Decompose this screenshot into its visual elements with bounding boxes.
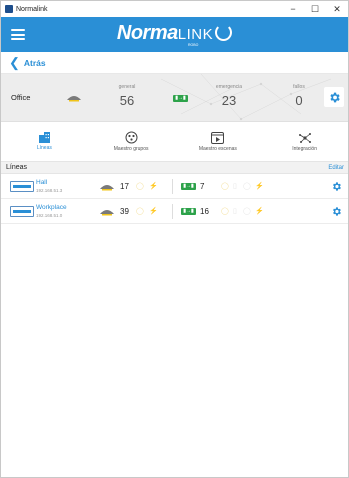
tab-maestro-grupos-label: Maestro grupos <box>113 146 149 152</box>
chevron-left-icon: ❮ <box>9 54 20 70</box>
emergency-label: emergencia <box>215 84 243 90</box>
app-window: Normalink − ☐ ✕ NormaLINK ROBO ❮ Atrás O… <box>0 0 349 478</box>
flash-icon: ⚡ <box>255 208 264 215</box>
row-divider <box>172 204 173 219</box>
close-button[interactable]: ✕ <box>326 1 348 17</box>
bulb-icon: ◯ <box>221 183 229 190</box>
minimize-button[interactable]: − <box>282 1 304 17</box>
flash-icon: ⚡ <box>255 183 264 190</box>
location-name: Office <box>11 93 31 102</box>
brand-sub: ROBO <box>188 43 199 47</box>
app-header: NormaLINK ROBO <box>1 17 348 52</box>
bulb-icon: ◯ <box>136 208 144 215</box>
scene-player-icon <box>211 131 225 144</box>
tab-integracion[interactable]: Integración <box>261 122 348 161</box>
lines-list-title: Líneas <box>6 164 28 171</box>
ceiling-lamp-icon <box>67 96 81 102</box>
line-row-hall[interactable]: Hall 192.168.51.3 17 ◯ ⚡ ▮→▮ 7 ◯ ▯ ◯ ⚡ <box>1 174 348 199</box>
brand-suffix: LINK <box>177 26 214 43</box>
ceiling-lamp-icon <box>100 210 114 216</box>
tab-maestro-grupos[interactable]: Maestro grupos <box>88 122 175 161</box>
integration-network-icon <box>298 132 311 143</box>
flash-icon: ⚡ <box>149 183 158 190</box>
gear-icon[interactable] <box>331 181 342 192</box>
gear-icon <box>329 92 340 102</box>
general-value: 56 <box>119 93 135 108</box>
general-count: 17 <box>120 182 129 191</box>
exit-sign-icon: ▮→▮ <box>181 208 196 215</box>
back-button[interactable]: ❮ Atrás <box>1 52 348 74</box>
tab-maestro-escenas[interactable]: Maestro escenas <box>175 122 262 161</box>
brand-logo: NormaLINK <box>1 22 348 45</box>
line-device-icon <box>10 205 34 217</box>
gear-icon[interactable] <box>331 206 342 217</box>
bulb-off-icon: ◯ <box>243 183 251 190</box>
line-name: Hall <box>36 179 48 186</box>
brand-name: Norma <box>116 22 178 44</box>
battery-icon: ▯ <box>233 208 237 215</box>
emergency-count: 7 <box>200 182 205 191</box>
faults-value: 0 <box>295 93 303 108</box>
maximize-button[interactable]: ☐ <box>304 1 326 17</box>
faults-label: fallos <box>293 84 305 90</box>
bulb-icon: ◯ <box>221 208 229 215</box>
window-title: Normalink <box>16 5 48 13</box>
tab-lineas[interactable]: Líneas <box>1 122 88 161</box>
edit-button[interactable]: Editar <box>328 165 344 171</box>
line-ip: 192.168.51.0 <box>36 213 63 218</box>
line-device-icon <box>10 180 34 192</box>
tab-lineas-label: Líneas <box>36 145 52 151</box>
line-name: Workplace <box>36 204 67 211</box>
back-label: Atrás <box>23 57 46 68</box>
brand-ring-icon <box>215 24 233 41</box>
flash-icon: ⚡ <box>149 208 158 215</box>
tab-bar: Líneas Maestro grupos Maestro escenas In… <box>1 122 348 162</box>
tab-integracion-label: Integración <box>292 145 317 152</box>
exit-sign-icon: ▮→▮ <box>173 95 188 102</box>
bulb-off-icon: ◯ <box>243 208 251 215</box>
app-icon <box>5 5 13 13</box>
row-divider <box>172 179 173 194</box>
summary-settings-button[interactable] <box>324 87 344 107</box>
lines-list-header: Líneas Editar <box>1 162 348 174</box>
exit-sign-icon: ▮→▮ <box>181 183 196 190</box>
emergency-value: 23 <box>221 93 237 108</box>
building-icon <box>38 132 50 143</box>
title-bar: Normalink − ☐ ✕ <box>1 1 348 17</box>
line-ip: 192.168.51.3 <box>36 188 63 193</box>
line-row-workplace[interactable]: Workplace 192.168.51.0 39 ◯ ⚡ ▮→▮ 16 ◯ ▯… <box>1 199 348 224</box>
tab-maestro-escenas-label: Maestro escenas <box>198 145 237 152</box>
battery-icon: ▯ <box>233 183 237 190</box>
ceiling-lamp-icon <box>100 185 114 191</box>
general-count: 39 <box>120 207 129 216</box>
groups-icon <box>125 131 138 144</box>
emergency-count: 16 <box>200 207 209 216</box>
summary-panel: Office general 56 ▮→▮ emergencia 23 fall… <box>1 74 348 122</box>
general-label: general <box>118 84 136 90</box>
bulb-icon: ◯ <box>136 183 144 190</box>
